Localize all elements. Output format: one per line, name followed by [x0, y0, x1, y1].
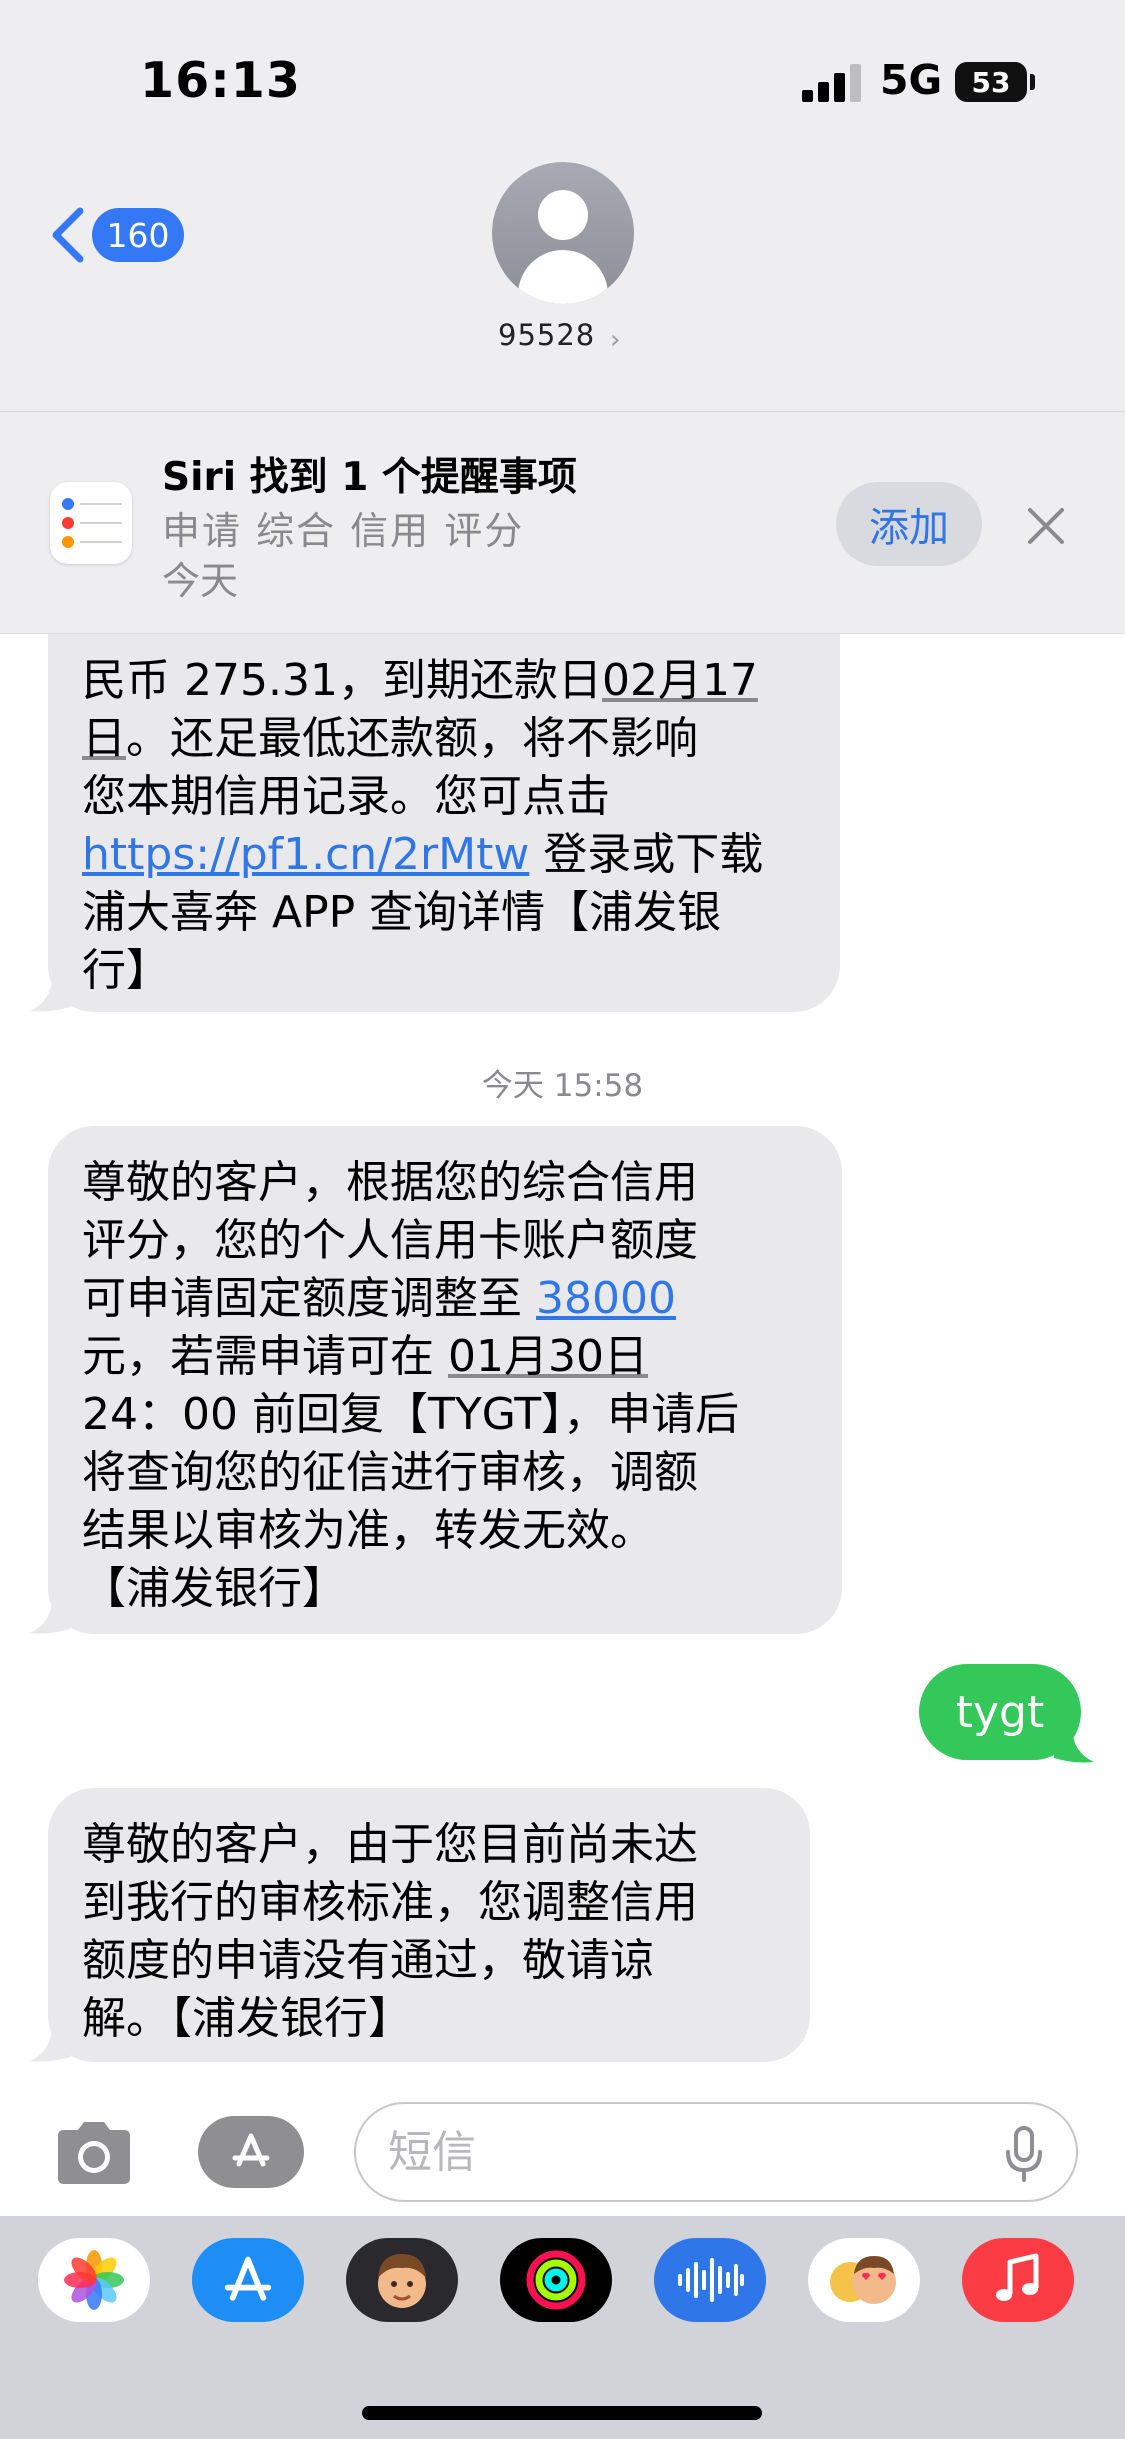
memoji-hearts-icon [830, 2256, 896, 2304]
cellular-signal-icon [802, 64, 864, 102]
message-text: 尊敬的客户，由于您目前尚未达 [82, 1819, 698, 1870]
message-text: 民币 275.31，到期还款日 [82, 655, 602, 706]
message-input-container[interactable] [354, 2102, 1078, 2202]
siri-suggestion-subtitle: 申请 综合 信用 评分 [162, 509, 525, 553]
activity-rings-icon [526, 2250, 586, 2310]
battery-level: 53 [971, 65, 1011, 99]
microphone-icon[interactable] [1004, 2126, 1044, 2182]
reminders-icon [50, 482, 132, 564]
contact-avatar[interactable] [492, 162, 634, 304]
message-text: 24：00 前回复【TYGT】，申请后 [82, 1389, 740, 1440]
siri-suggestion-date: 今天 [162, 559, 239, 603]
url-link[interactable]: https://pf1.cn/2rMtw [82, 829, 529, 880]
amount-link[interactable]: 38000 [536, 1273, 676, 1324]
message-text: 行】 [82, 945, 170, 996]
message-text: 尊敬的客户，根据您的综合信用 [82, 1157, 698, 1208]
incoming-message-bubble[interactable]: 尊敬的客户，根据您的综合信用 评分，您的个人信用卡账户额度 可申请固定额度调整至… [48, 1126, 842, 1634]
waveform-icon [678, 2258, 744, 2302]
battery-nub [1030, 74, 1035, 90]
message-text: 元，若需申请可在 [82, 1331, 448, 1382]
app-store-button[interactable] [198, 2116, 304, 2188]
siri-suggestion-banner[interactable]: Siri 找到 1 个提醒事项 申请 综合 信用 评分 今天 添加 [0, 412, 1125, 634]
message-text: 您本期信用记录。您可点击 [82, 771, 610, 822]
camera-icon[interactable] [50, 2118, 138, 2188]
avatar-body [518, 250, 608, 304]
message-text: 【浦发银行】 [82, 1563, 346, 1614]
message-text: 结果以审核为准，转发无效。 [82, 1505, 654, 1556]
conversation-header: 16:13 5G 53 160 95528 › [0, 0, 1125, 412]
message-timestamp: 今天 15:58 [481, 1068, 644, 1104]
chevron-right-icon: › [610, 325, 621, 355]
audio-message-icon[interactable] [654, 2238, 766, 2322]
memoji-stickers-icon[interactable] [346, 2238, 458, 2322]
message-text: 浦大喜奔 APP 查询详情【浦发银 [82, 887, 722, 938]
activity-icon[interactable] [500, 2238, 612, 2322]
message-text: 登录或下载 [529, 829, 764, 880]
message-input[interactable] [388, 2122, 988, 2182]
bubble-tail [30, 1597, 70, 1634]
back-button-unread-count[interactable]: 160 [92, 208, 184, 262]
message-text: 可申请固定额度调整至 [82, 1273, 536, 1324]
app-drawer [0, 2216, 1125, 2439]
app-store-glyph-icon [224, 2256, 272, 2301]
status-time: 16:13 [140, 52, 301, 109]
date-link[interactable]: 01月30日 [448, 1331, 648, 1382]
photos-flower-icon [64, 2250, 124, 2310]
photos-icon[interactable] [38, 2238, 150, 2322]
back-chevron-icon[interactable] [48, 207, 88, 263]
date-link[interactable]: 日 [82, 713, 126, 764]
message-text: 到我行的审核标准，您调整信用 [82, 1877, 698, 1928]
incoming-message-bubble[interactable]: 尊敬的客户，由于您目前尚未达 到我行的审核标准，您调整信用 额度的申请没有通过，… [48, 1788, 810, 2062]
siri-suggestion-title: Siri 找到 1 个提醒事项 [162, 455, 577, 500]
bubble-tail [1054, 1726, 1094, 1763]
date-link[interactable]: 02月17 [602, 655, 758, 706]
avatar-head [538, 190, 588, 240]
network-type: 5G [880, 56, 943, 104]
contact-name[interactable]: 95528 [498, 318, 595, 352]
battery-icon: 53 [955, 62, 1027, 102]
bubble-tail [30, 975, 70, 1012]
message-text: 解。【浦发银行】 [82, 1993, 412, 2044]
home-indicator[interactable] [362, 2406, 762, 2420]
close-icon[interactable] [1024, 504, 1068, 548]
message-text: 。还足最低还款额，将不影响 [126, 713, 698, 764]
message-text: 额度的申请没有通过，敬请谅 [82, 1935, 654, 1986]
memoji-face-icon [378, 2254, 426, 2308]
app-store-glyph-icon [232, 2133, 270, 2167]
music-icon[interactable] [962, 2238, 1074, 2322]
add-reminder-button[interactable]: 添加 [836, 482, 982, 566]
app-store-icon[interactable] [192, 2238, 304, 2322]
bubble-tail [30, 2025, 70, 2062]
message-text: 评分，您的个人信用卡账户额度 [82, 1215, 698, 1266]
message-text: 将查询您的征信进行审核，调额 [82, 1447, 698, 1498]
music-note-icon [996, 2253, 1039, 2301]
memoji-icon[interactable] [808, 2238, 920, 2322]
